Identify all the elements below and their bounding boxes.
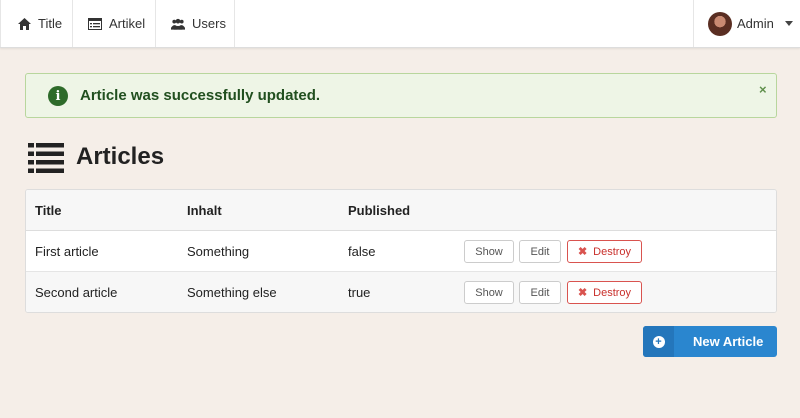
nav-item-label: Artikel xyxy=(109,16,146,31)
cell-title: Second article xyxy=(35,285,118,300)
info-icon: i xyxy=(48,86,68,106)
nav-item-title[interactable]: Title xyxy=(0,0,73,47)
destroy-label: Destroy xyxy=(593,286,632,299)
cell-inhalt: Something xyxy=(187,244,250,259)
table-row: First article Something false Show Edit … xyxy=(26,231,776,272)
user-name: Admin xyxy=(737,16,774,31)
new-article-label: New Article xyxy=(693,334,764,349)
nav-item-users[interactable]: Users xyxy=(156,0,235,47)
cell-title: First article xyxy=(35,244,99,259)
caret-down-icon xyxy=(784,21,793,26)
success-alert: i Article was successfully updated. × xyxy=(25,73,777,118)
destroy-button[interactable]: ✖ Destroy xyxy=(567,281,642,304)
destroy-label: Destroy xyxy=(593,245,632,258)
plus-circle-icon: + xyxy=(643,326,674,357)
home-icon xyxy=(17,17,31,31)
cell-published: true xyxy=(348,285,371,300)
users-icon xyxy=(171,17,185,31)
cell-published: false xyxy=(348,244,376,259)
destroy-button[interactable]: ✖ Destroy xyxy=(567,240,642,263)
column-header-inhalt: Inhalt xyxy=(187,203,222,218)
table-header: Title Inhalt Published xyxy=(26,190,776,231)
list-alt-icon xyxy=(88,17,102,31)
avatar xyxy=(708,11,732,36)
page-title: Articles xyxy=(76,143,165,170)
nav-item-label: Users xyxy=(192,16,226,31)
list-icon xyxy=(28,143,64,173)
user-menu[interactable]: Admin xyxy=(693,0,800,47)
nav-item-label: Title xyxy=(38,16,63,31)
navbar: Title Artikel Users Admin xyxy=(0,0,800,48)
nav-item-artikel[interactable]: Artikel xyxy=(73,0,156,47)
table-row: Second article Something else true Show … xyxy=(26,272,776,312)
remove-icon: ✖ xyxy=(577,246,588,258)
new-article-button[interactable]: + New Article xyxy=(643,326,777,357)
close-icon[interactable]: × xyxy=(759,82,767,97)
remove-icon: ✖ xyxy=(577,287,588,299)
show-button[interactable]: Show xyxy=(464,281,514,304)
alert-message: Article was successfully updated. xyxy=(80,87,321,104)
edit-button[interactable]: Edit xyxy=(519,240,561,263)
articles-table: Title Inhalt Published First article Som… xyxy=(25,189,777,313)
show-button[interactable]: Show xyxy=(464,240,514,263)
edit-button[interactable]: Edit xyxy=(519,281,561,304)
column-header-published: Published xyxy=(348,203,411,218)
cell-inhalt: Something else xyxy=(187,285,277,300)
column-header-title: Title xyxy=(35,203,62,218)
